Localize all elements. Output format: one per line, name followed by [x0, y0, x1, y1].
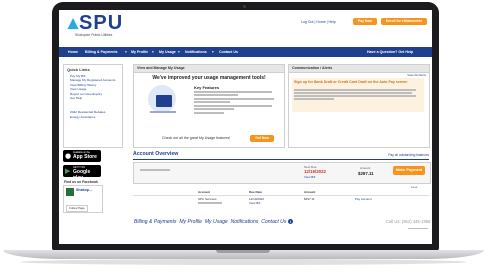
footer-link-billing[interactable]: Billing & Payments	[134, 219, 176, 225]
facebook-widget[interactable]: Shakop... Follow Page	[63, 185, 103, 213]
usage-feature-text-4	[194, 101, 230, 103]
logo-text: SPU	[79, 12, 124, 34]
view-all-alerts-link[interactable]: View All Alerts	[407, 73, 426, 77]
alert-text-4	[294, 98, 334, 100]
nav-notifications[interactable]: Notifications	[185, 47, 207, 57]
col-account: Account	[198, 190, 210, 194]
usage-headline: We've improved your usage management too…	[152, 75, 266, 81]
webcam	[243, 5, 246, 8]
laptop-opening-notch	[216, 250, 270, 253]
usage-graphic-base	[150, 111, 176, 113]
help-question-link[interactable]: Have a Question? Get Help	[367, 47, 413, 57]
alerts-panel-title: Communication / Alerts	[289, 65, 429, 73]
usage-feature-text-6	[194, 108, 234, 110]
nav-home[interactable]: Home	[68, 47, 78, 57]
logo-tagline: Shakopee Public Utilities	[75, 33, 113, 37]
nav-billing[interactable]: Billing & Payments	[85, 47, 118, 57]
nav-chevron-icon: ▾	[125, 50, 127, 54]
col-amount: Amount	[304, 190, 316, 194]
row-view-bill-link[interactable]: View Bill	[249, 201, 260, 205]
usage-graphic	[142, 85, 184, 119]
usage-graphic-screen	[156, 95, 172, 107]
laptop-base	[3, 250, 484, 259]
usage-panel-title: View and Manage My Usage	[134, 65, 284, 73]
alert-text-2	[294, 92, 412, 94]
usage-feature-text-2	[194, 94, 238, 96]
laptop-shadow	[20, 259, 467, 265]
water-drop-icon: ▴	[68, 12, 80, 34]
usage-feature-text-3	[194, 98, 274, 100]
laptop-lid: ▴SPU Shakopee Public Utilities Log Out |…	[52, 2, 439, 251]
account-table: Account Due Date Amount SPU Services 12/…	[133, 190, 429, 212]
nav-chevron-icon: ▾	[152, 50, 154, 54]
footer-link-contact[interactable]: Contact Us	[261, 219, 286, 225]
info-icon[interactable]: i	[287, 219, 293, 224]
alert-box: Sign up for Bank Draft or Credit Card Dr…	[292, 78, 424, 112]
quick-links-title: Quick Links	[67, 67, 90, 72]
google-play-icon: ▶	[65, 167, 71, 175]
pay-all-balances-link[interactable]: Pay all outstanding balances	[388, 153, 429, 157]
nav-contact[interactable]: Contact Us	[219, 47, 238, 57]
main-nav: Home Billing & Payments ▾ My Profile ▾ M…	[59, 47, 432, 57]
row-address	[198, 202, 222, 204]
less-toggle[interactable]: Less	[411, 185, 417, 189]
logout-link[interactable]: Log Out	[301, 20, 313, 24]
enroll-estatements-button[interactable]: Enroll for eStatements	[381, 18, 427, 25]
footer-link-notifications[interactable]: Notifications	[231, 219, 259, 225]
call-us-text: Call Us: (952) 445-1988	[386, 219, 431, 224]
row-pay-account-link[interactable]: Pay Account	[355, 197, 372, 201]
apple-icon: ●	[65, 152, 72, 160]
app-store-badge[interactable]: ● Available on the App Store	[63, 150, 101, 162]
sidebar-item-energy-assistance[interactable]: Energy Assistance	[64, 115, 122, 119]
account-summary-bar: Next Due 12/19/2022 View Bill Amount $29…	[133, 162, 431, 184]
facebook-follow-button[interactable]: Follow Page	[66, 205, 88, 212]
alert-headline: Sign up for Bank Draft or Credit Card Dr…	[294, 80, 408, 84]
usage-feature-text-1	[194, 91, 272, 93]
account-overview-header: Account Overview Pay all outstanding bal…	[133, 150, 429, 160]
nav-usage[interactable]: My Usage	[159, 47, 176, 57]
quick-links-panel: Quick Links Pay My Bill Manage My Regist…	[63, 64, 123, 148]
usage-cta-text: Check out all the great My Usage feature…	[162, 136, 231, 140]
pay-now-button[interactable]: Pay Now	[353, 18, 377, 25]
next-due-date: 12/19/2022	[304, 169, 326, 174]
footer-nav: Billing & Payments My Profile My Usage N…	[134, 219, 293, 225]
usage-get-now-button[interactable]: Get Now	[250, 135, 274, 142]
make-payment-button[interactable]: Make Payment	[393, 166, 425, 175]
alert-text-1	[294, 89, 416, 91]
app-store-big-text: App Store	[73, 154, 97, 160]
account-table-header: Account Due Date Amount	[133, 190, 429, 196]
nav-profile[interactable]: My Profile	[131, 47, 148, 57]
amount-value: $297.11	[358, 171, 374, 176]
footer-link-usage[interactable]: My Usage	[205, 219, 228, 225]
home-link[interactable]: Home	[316, 20, 325, 24]
footer-link-profile[interactable]: My Profile	[179, 219, 202, 225]
usage-feature-text-5	[194, 105, 272, 107]
facebook-page-avatar	[66, 188, 74, 196]
spu-logo[interactable]: ▴SPU	[68, 13, 123, 33]
alerts-panel: Communication / Alerts View All Alerts S…	[288, 64, 430, 148]
header-links: Log Out | Home | Help	[301, 20, 336, 24]
row-amount: $297.11	[304, 197, 315, 201]
amount-label: Amount	[360, 166, 371, 170]
account-overview-title: Account Overview	[133, 151, 179, 157]
nav-chevron-icon: ▾	[178, 50, 180, 54]
footer-version-text	[408, 228, 428, 230]
usage-feature-text-7	[194, 112, 224, 114]
account-number	[140, 169, 170, 171]
usage-features-title: Key Features	[194, 85, 220, 90]
summary-view-bill-link[interactable]: View Bill	[304, 175, 315, 179]
laptop-screen: ▴SPU Shakopee Public Utilities Log Out |…	[59, 10, 432, 244]
row-service: SPU Services	[198, 197, 217, 201]
facebook-page-name: Shakop...	[76, 188, 92, 192]
alert-text-3	[294, 95, 416, 97]
nav-chevron-icon: ▾	[212, 50, 214, 54]
google-play-badge[interactable]: ▶ GET IT ON Google play	[63, 165, 101, 181]
facebook-title: Find us on Facebook	[64, 180, 98, 184]
col-due-date: Due Date	[249, 190, 263, 194]
usage-panel: View and Manage My Usage We've improved …	[133, 64, 285, 148]
help-link[interactable]: Help	[329, 20, 336, 24]
